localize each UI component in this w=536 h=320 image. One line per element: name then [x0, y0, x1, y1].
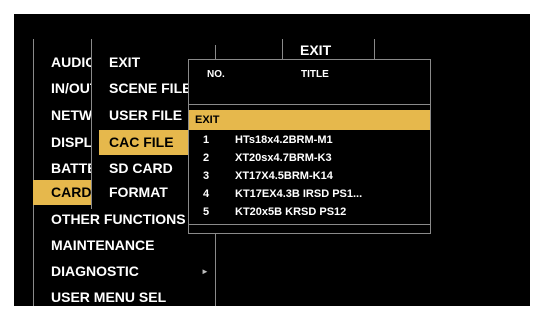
menu-item-display[interactable]: DISPLAY [51, 130, 91, 155]
column-divider-1 [91, 39, 92, 209]
submenu-item-cac-file[interactable]: CAC FILE [99, 130, 188, 155]
popup-exit-row[interactable]: EXIT [189, 110, 430, 130]
menu-item-card[interactable]: CARD [33, 180, 91, 205]
left-frame-line [33, 39, 34, 306]
column-divider-4 [374, 39, 375, 59]
popup-header-no: NO. [207, 69, 225, 80]
submenu-item-format[interactable]: FORMAT [109, 180, 188, 205]
popup-row-title: XT20sx4.7BRM-K3 [235, 152, 332, 164]
popup-row-5[interactable]: 5 KT20x5B KRSD PS12 [189, 203, 430, 221]
popup-row-title: KT17EX4.3B IRSD PS1... [235, 188, 363, 200]
popup-row-no: 3 [203, 170, 210, 182]
popup-row-3[interactable]: 3 XT17X4.5BRM-K14 [189, 167, 430, 185]
popup-row-no: 5 [203, 206, 210, 218]
menu-item-other-functions[interactable]: OTHER FUNCTIONS [51, 207, 188, 232]
camera-menu-screen: AUDIO IN/OUT NETWORK DISPLAY BATTERY CAR… [14, 14, 530, 306]
menu-item-audio[interactable]: AUDIO [51, 50, 91, 75]
column-divider-3 [282, 39, 283, 59]
menu-item-maintenance[interactable]: MAINTENANCE [51, 233, 201, 258]
menu-item-network[interactable]: NETWORK [51, 103, 91, 128]
submenu-item-user-file[interactable]: USER FILE [109, 103, 188, 128]
popup-row-no: 4 [203, 188, 210, 200]
popup-row-4[interactable]: 4 KT17EX4.3B IRSD PS1... [189, 185, 430, 203]
popup-header-title: TITLE [301, 69, 329, 80]
submenu-item-exit[interactable]: EXIT [109, 50, 188, 75]
popup-exit-label: EXIT [195, 114, 220, 126]
third-column-exit-label[interactable]: EXIT [300, 40, 360, 60]
popup-row-no: 2 [203, 152, 210, 164]
popup-row-title: HTs18x4.2BRM-M1 [235, 134, 333, 146]
popup-row-no: 1 [203, 134, 210, 146]
menu-item-battery[interactable]: BATTERY [51, 156, 91, 181]
popup-row-title: XT17X4.5BRM-K14 [235, 170, 333, 182]
popup-header-divider [189, 104, 430, 105]
popup-footer-divider [189, 224, 430, 225]
submenu-item-sd-card[interactable]: SD CARD [109, 156, 188, 181]
menu-item-user-menu-sel[interactable]: USER MENU SEL [51, 285, 211, 306]
menu-item-in-out[interactable]: IN/OUT [51, 76, 91, 101]
menu-item-diagnostic[interactable]: DIAGNOSTIC [51, 259, 201, 284]
cac-file-popup: NO. TITLE EXIT 1 HTs18x4.2BRM-M1 2 XT20s… [188, 59, 431, 234]
submenu-item-scene-file[interactable]: SCENE FILE [109, 76, 188, 101]
popup-row-2[interactable]: 2 XT20sx4.7BRM-K3 [189, 149, 430, 167]
diagnostic-submenu-arrow-icon: ► [201, 267, 209, 276]
popup-row-title: KT20x5B KRSD PS12 [235, 206, 347, 218]
popup-row-1[interactable]: 1 HTs18x4.2BRM-M1 [189, 132, 430, 149]
